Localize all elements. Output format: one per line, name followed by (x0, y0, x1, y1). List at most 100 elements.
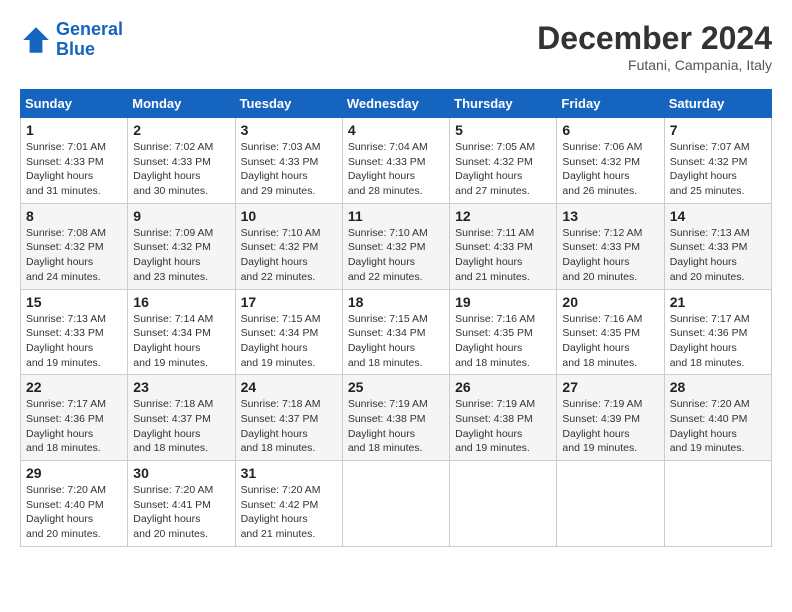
day-detail: Sunrise: 7:08 AM Sunset: 4:32 PM Dayligh… (26, 226, 122, 285)
calendar-cell (557, 461, 664, 547)
day-number: 3 (241, 122, 337, 138)
day-number: 31 (241, 465, 337, 481)
day-detail: Sunrise: 7:16 AM Sunset: 4:35 PM Dayligh… (455, 312, 551, 371)
calendar-cell: 12 Sunrise: 7:11 AM Sunset: 4:33 PM Dayl… (450, 203, 557, 289)
day-number: 28 (670, 379, 766, 395)
day-detail: Sunrise: 7:02 AM Sunset: 4:33 PM Dayligh… (133, 140, 229, 199)
calendar-cell: 17 Sunrise: 7:15 AM Sunset: 4:34 PM Dayl… (235, 289, 342, 375)
day-detail: Sunrise: 7:18 AM Sunset: 4:37 PM Dayligh… (241, 397, 337, 456)
calendar-cell: 20 Sunrise: 7:16 AM Sunset: 4:35 PM Dayl… (557, 289, 664, 375)
day-detail: Sunrise: 7:16 AM Sunset: 4:35 PM Dayligh… (562, 312, 658, 371)
day-detail: Sunrise: 7:10 AM Sunset: 4:32 PM Dayligh… (241, 226, 337, 285)
weekday-header: Thursday (450, 90, 557, 118)
calendar-week-row: 22 Sunrise: 7:17 AM Sunset: 4:36 PM Dayl… (21, 375, 772, 461)
day-number: 16 (133, 294, 229, 310)
day-number: 27 (562, 379, 658, 395)
day-number: 17 (241, 294, 337, 310)
day-detail: Sunrise: 7:04 AM Sunset: 4:33 PM Dayligh… (348, 140, 444, 199)
calendar-cell: 29 Sunrise: 7:20 AM Sunset: 4:40 PM Dayl… (21, 461, 128, 547)
calendar-cell: 3 Sunrise: 7:03 AM Sunset: 4:33 PM Dayli… (235, 118, 342, 204)
calendar-cell: 5 Sunrise: 7:05 AM Sunset: 4:32 PM Dayli… (450, 118, 557, 204)
calendar-cell (664, 461, 771, 547)
location: Futani, Campania, Italy (537, 57, 772, 73)
calendar-cell: 25 Sunrise: 7:19 AM Sunset: 4:38 PM Dayl… (342, 375, 449, 461)
day-detail: Sunrise: 7:19 AM Sunset: 4:38 PM Dayligh… (348, 397, 444, 456)
calendar-cell: 23 Sunrise: 7:18 AM Sunset: 4:37 PM Dayl… (128, 375, 235, 461)
calendar-cell: 18 Sunrise: 7:15 AM Sunset: 4:34 PM Dayl… (342, 289, 449, 375)
month-year: December 2024 (537, 20, 772, 57)
weekday-header: Monday (128, 90, 235, 118)
calendar-cell: 24 Sunrise: 7:18 AM Sunset: 4:37 PM Dayl… (235, 375, 342, 461)
day-number: 12 (455, 208, 551, 224)
day-detail: Sunrise: 7:13 AM Sunset: 4:33 PM Dayligh… (670, 226, 766, 285)
day-number: 9 (133, 208, 229, 224)
day-detail: Sunrise: 7:20 AM Sunset: 4:40 PM Dayligh… (670, 397, 766, 456)
day-detail: Sunrise: 7:20 AM Sunset: 4:40 PM Dayligh… (26, 483, 122, 542)
day-number: 8 (26, 208, 122, 224)
day-detail: Sunrise: 7:06 AM Sunset: 4:32 PM Dayligh… (562, 140, 658, 199)
day-number: 6 (562, 122, 658, 138)
day-detail: Sunrise: 7:15 AM Sunset: 4:34 PM Dayligh… (241, 312, 337, 371)
day-number: 18 (348, 294, 444, 310)
calendar-cell: 8 Sunrise: 7:08 AM Sunset: 4:32 PM Dayli… (21, 203, 128, 289)
calendar-cell: 14 Sunrise: 7:13 AM Sunset: 4:33 PM Dayl… (664, 203, 771, 289)
day-detail: Sunrise: 7:09 AM Sunset: 4:32 PM Dayligh… (133, 226, 229, 285)
calendar-body: 1 Sunrise: 7:01 AM Sunset: 4:33 PM Dayli… (21, 118, 772, 547)
day-detail: Sunrise: 7:15 AM Sunset: 4:34 PM Dayligh… (348, 312, 444, 371)
calendar-cell: 21 Sunrise: 7:17 AM Sunset: 4:36 PM Dayl… (664, 289, 771, 375)
day-detail: Sunrise: 7:19 AM Sunset: 4:38 PM Dayligh… (455, 397, 551, 456)
calendar-cell: 9 Sunrise: 7:09 AM Sunset: 4:32 PM Dayli… (128, 203, 235, 289)
day-detail: Sunrise: 7:17 AM Sunset: 4:36 PM Dayligh… (26, 397, 122, 456)
weekday-header: Tuesday (235, 90, 342, 118)
day-number: 11 (348, 208, 444, 224)
day-detail: Sunrise: 7:20 AM Sunset: 4:42 PM Dayligh… (241, 483, 337, 542)
weekday-row: SundayMondayTuesdayWednesdayThursdayFrid… (21, 90, 772, 118)
day-number: 20 (562, 294, 658, 310)
calendar-cell: 13 Sunrise: 7:12 AM Sunset: 4:33 PM Dayl… (557, 203, 664, 289)
day-detail: Sunrise: 7:12 AM Sunset: 4:33 PM Dayligh… (562, 226, 658, 285)
day-number: 13 (562, 208, 658, 224)
calendar-week-row: 1 Sunrise: 7:01 AM Sunset: 4:33 PM Dayli… (21, 118, 772, 204)
day-detail: Sunrise: 7:18 AM Sunset: 4:37 PM Dayligh… (133, 397, 229, 456)
calendar-cell (450, 461, 557, 547)
day-number: 15 (26, 294, 122, 310)
day-number: 26 (455, 379, 551, 395)
calendar-week-row: 29 Sunrise: 7:20 AM Sunset: 4:40 PM Dayl… (21, 461, 772, 547)
day-number: 4 (348, 122, 444, 138)
day-number: 7 (670, 122, 766, 138)
page-header: General Blue December 2024 Futani, Campa… (20, 20, 772, 73)
calendar-cell (342, 461, 449, 547)
calendar-cell: 19 Sunrise: 7:16 AM Sunset: 4:35 PM Dayl… (450, 289, 557, 375)
day-number: 14 (670, 208, 766, 224)
logo-icon (20, 24, 52, 56)
calendar-week-row: 8 Sunrise: 7:08 AM Sunset: 4:32 PM Dayli… (21, 203, 772, 289)
calendar-cell: 4 Sunrise: 7:04 AM Sunset: 4:33 PM Dayli… (342, 118, 449, 204)
title-block: December 2024 Futani, Campania, Italy (537, 20, 772, 73)
logo-line2: Blue (56, 39, 95, 59)
calendar-cell: 11 Sunrise: 7:10 AM Sunset: 4:32 PM Dayl… (342, 203, 449, 289)
calendar-cell: 22 Sunrise: 7:17 AM Sunset: 4:36 PM Dayl… (21, 375, 128, 461)
calendar-cell: 1 Sunrise: 7:01 AM Sunset: 4:33 PM Dayli… (21, 118, 128, 204)
weekday-header: Friday (557, 90, 664, 118)
logo-line1: General (56, 19, 123, 39)
day-number: 1 (26, 122, 122, 138)
calendar-week-row: 15 Sunrise: 7:13 AM Sunset: 4:33 PM Dayl… (21, 289, 772, 375)
day-detail: Sunrise: 7:10 AM Sunset: 4:32 PM Dayligh… (348, 226, 444, 285)
day-detail: Sunrise: 7:17 AM Sunset: 4:36 PM Dayligh… (670, 312, 766, 371)
weekday-header: Wednesday (342, 90, 449, 118)
day-number: 24 (241, 379, 337, 395)
calendar-cell: 6 Sunrise: 7:06 AM Sunset: 4:32 PM Dayli… (557, 118, 664, 204)
logo: General Blue (20, 20, 123, 60)
day-number: 30 (133, 465, 229, 481)
day-detail: Sunrise: 7:14 AM Sunset: 4:34 PM Dayligh… (133, 312, 229, 371)
day-detail: Sunrise: 7:07 AM Sunset: 4:32 PM Dayligh… (670, 140, 766, 199)
day-number: 2 (133, 122, 229, 138)
day-number: 22 (26, 379, 122, 395)
day-detail: Sunrise: 7:11 AM Sunset: 4:33 PM Dayligh… (455, 226, 551, 285)
day-number: 23 (133, 379, 229, 395)
day-number: 25 (348, 379, 444, 395)
day-detail: Sunrise: 7:01 AM Sunset: 4:33 PM Dayligh… (26, 140, 122, 199)
day-number: 5 (455, 122, 551, 138)
calendar-cell: 31 Sunrise: 7:20 AM Sunset: 4:42 PM Dayl… (235, 461, 342, 547)
day-number: 21 (670, 294, 766, 310)
